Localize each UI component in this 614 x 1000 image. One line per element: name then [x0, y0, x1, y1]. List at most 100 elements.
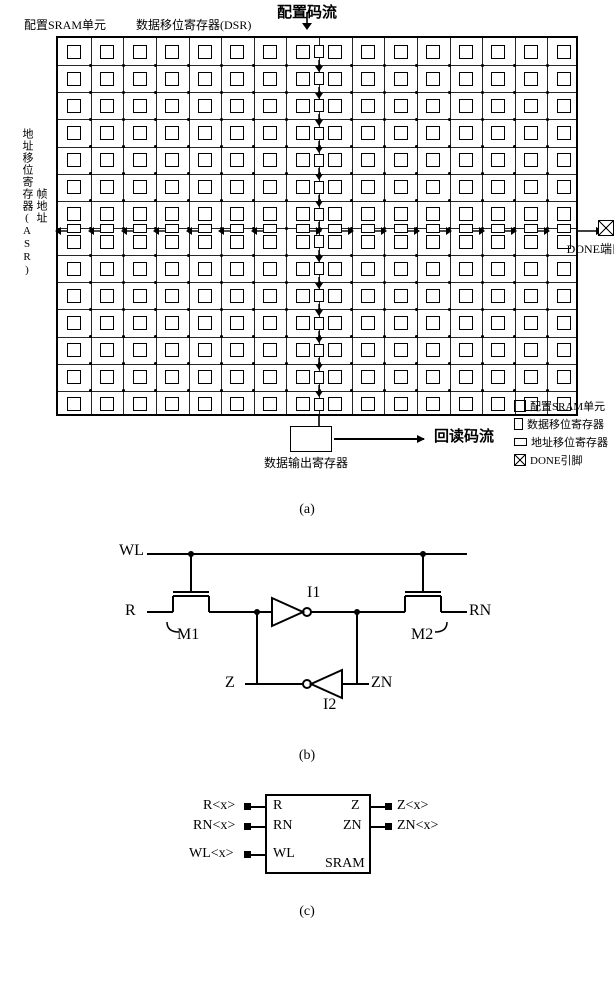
- subcaption-a: (a): [10, 502, 604, 518]
- sram-cell: [328, 45, 342, 59]
- part-I1: I1: [307, 584, 320, 602]
- sram-cell: [230, 72, 244, 86]
- pin-Z: Z: [225, 674, 235, 692]
- sram-cell: [296, 370, 310, 384]
- sram-cell: [491, 235, 505, 249]
- legend-done-icon: [514, 454, 526, 466]
- ext-Z: Z<x>: [397, 798, 428, 814]
- legend-dsr-label: 数据移位寄存器: [527, 416, 604, 432]
- asr-cell: [426, 224, 440, 233]
- sram-cell: [459, 45, 473, 59]
- sram-cell: [459, 397, 473, 411]
- label-out-reg: 数据输出寄存器: [264, 456, 348, 470]
- legend-asr-icon: [514, 438, 527, 446]
- legend: 配置SRAM单元 数据移位寄存器 地址移位寄存器 DONE引脚: [514, 396, 608, 470]
- dsr-cell: [314, 45, 324, 58]
- sram-cell: [426, 45, 440, 59]
- sram-cell: [557, 153, 571, 167]
- ext-R: R<x>: [203, 798, 235, 814]
- sram-cell: [328, 343, 342, 357]
- dsr-cell: [314, 99, 324, 112]
- sram-cell: [100, 262, 114, 276]
- sram-cell: [328, 235, 342, 249]
- ext-RN: RN<x>: [193, 818, 235, 834]
- sram-cell: [557, 370, 571, 384]
- port-ZN: ZN: [343, 818, 362, 834]
- sram-cell: [459, 207, 473, 221]
- sram-cell: [328, 262, 342, 276]
- sram-cell: [230, 370, 244, 384]
- ext-ZN: ZN<x>: [397, 818, 438, 834]
- sram-cell: [361, 45, 375, 59]
- sram-cell: [524, 180, 538, 194]
- sram-cell: [198, 126, 212, 140]
- sram-cell: [165, 343, 179, 357]
- sram-cell: [394, 370, 408, 384]
- sram-cell: [459, 72, 473, 86]
- sram-cell: [459, 316, 473, 330]
- sram-cell: [491, 153, 505, 167]
- sram-cell: [230, 99, 244, 113]
- sram-cell: [263, 316, 277, 330]
- sram-cell: [198, 153, 212, 167]
- sram-cell: [328, 126, 342, 140]
- sram-cell: [198, 235, 212, 249]
- sram-cell: [296, 262, 310, 276]
- sram-cell: [165, 72, 179, 86]
- ext-WL: WL<x>: [189, 846, 234, 862]
- sram-cell: [557, 316, 571, 330]
- sram-cell: [361, 370, 375, 384]
- sram-cell: [328, 316, 342, 330]
- sram-cell: [394, 262, 408, 276]
- sram-cell: [67, 235, 81, 249]
- sram-cell: [263, 343, 277, 357]
- sram-cell: [524, 262, 538, 276]
- sram-cell: [426, 316, 440, 330]
- dsr-cell: [314, 154, 324, 167]
- sram-cell: [165, 207, 179, 221]
- sram-cell: [230, 262, 244, 276]
- sram-cell: [230, 235, 244, 249]
- schematic-b-icon: [107, 534, 507, 744]
- sram-cell: [328, 180, 342, 194]
- sram-cell: [67, 126, 81, 140]
- legend-done-label: DONE引脚: [530, 452, 583, 468]
- port-WL: WL: [273, 846, 295, 862]
- sram-cell: [165, 370, 179, 384]
- sram-cell: [263, 180, 277, 194]
- sram-cell: [426, 397, 440, 411]
- sram-cell: [459, 153, 473, 167]
- sram-cell: [263, 72, 277, 86]
- sram-cell: [328, 370, 342, 384]
- sram-cell: [524, 207, 538, 221]
- legend-dsr-icon: [514, 418, 523, 430]
- sram-cell: [100, 126, 114, 140]
- sram-cell: [361, 289, 375, 303]
- sram-cell: [459, 235, 473, 249]
- sram-cell: [394, 99, 408, 113]
- sram-cell: [100, 99, 114, 113]
- sram-cell: [361, 180, 375, 194]
- sram-cell: [491, 343, 505, 357]
- sram-cell: [328, 72, 342, 86]
- sram-cell: [230, 343, 244, 357]
- sram-cell: [165, 126, 179, 140]
- sram-cell: [100, 370, 114, 384]
- sram-cell: [361, 72, 375, 86]
- sram-cell: [524, 343, 538, 357]
- sram-cell: [67, 370, 81, 384]
- sram-cell: [361, 99, 375, 113]
- sram-cell: [557, 289, 571, 303]
- sram-cell: [394, 45, 408, 59]
- sram-cell: [557, 99, 571, 113]
- sram-cell: [426, 289, 440, 303]
- asr-cell: [230, 224, 244, 233]
- sram-cell: [557, 72, 571, 86]
- sram-cell: [133, 99, 147, 113]
- sram-cell: [491, 45, 505, 59]
- sram-cell: [133, 126, 147, 140]
- sram-cell: [67, 207, 81, 221]
- sram-cell: [361, 235, 375, 249]
- sram-cell: [100, 72, 114, 86]
- dsr-cell: [314, 208, 324, 221]
